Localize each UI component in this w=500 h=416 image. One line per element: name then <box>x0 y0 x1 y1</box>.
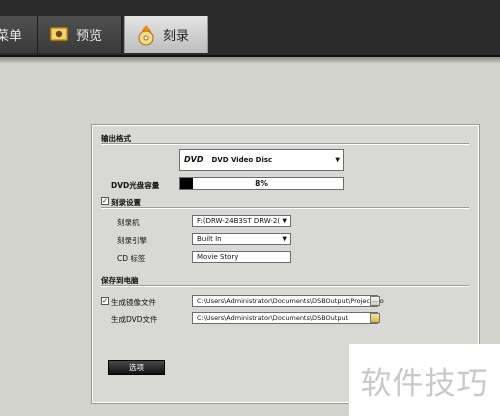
engine-label: 刻录引擎 <box>117 236 147 245</box>
tab-preview-label: 预览 <box>76 29 103 44</box>
dvd-logo-text: DVD <box>184 155 204 164</box>
iso-path-input[interactable]: C:\Users\Administrator\Documents\DSBOutp… <box>192 295 384 307</box>
watermark: 软件技巧 <box>349 344 500 416</box>
iso-label: 生成镜像文件 <box>111 298 156 307</box>
tab-burn[interactable]: 刻录 <box>124 16 208 53</box>
chevron-down-icon: ▼ <box>335 156 340 164</box>
engine-value: Built In <box>197 235 222 243</box>
capacity-label: DVD光盘容量 <box>111 181 160 190</box>
divider <box>101 207 469 209</box>
tab-burn-label: 刻录 <box>163 29 190 44</box>
preview-icon <box>48 24 70 46</box>
tab-preview[interactable]: 预览 <box>38 16 122 53</box>
folder-icon[interactable] <box>370 313 380 323</box>
capacity-percent: 8% <box>255 179 268 188</box>
burner-select[interactable]: F:(DRW-24B3ST DRW-2( ▼ <box>192 215 291 227</box>
browse-iso-button[interactable]: … <box>370 296 380 306</box>
burn-settings-checkbox[interactable]: ✓ <box>101 197 109 205</box>
tab-underline-bar <box>0 57 500 63</box>
dvd-files-label: 生成DVD文件 <box>111 315 158 324</box>
engine-select[interactable]: Built In ▼ <box>192 233 291 245</box>
cd-label-input[interactable]: Movie Story <box>192 251 291 263</box>
chevron-down-icon: ▼ <box>282 235 287 243</box>
output-format-value: DVD Video Disc <box>211 156 273 164</box>
chevron-down-icon: ▼ <box>282 217 287 225</box>
dvd-path-input[interactable]: C:\Users\Administrator\Documents\DSBOutp… <box>192 312 378 324</box>
capacity-bar: 8% <box>179 177 344 190</box>
top-toolbar: 菜单 预览 刻录 <box>0 0 500 57</box>
tab-menu-label: 菜单 <box>0 29 23 44</box>
disc-burn-icon <box>135 24 157 46</box>
divider <box>101 143 469 145</box>
divider <box>101 285 469 287</box>
options-button[interactable]: 选项 <box>108 360 165 375</box>
dvd-logo-icon: DVD <box>184 156 203 164</box>
output-format-select[interactable]: DVD DVD Video Disc ▼ <box>179 149 344 171</box>
burner-label: 刻录机 <box>117 218 140 227</box>
tab-menu[interactable]: 菜单 <box>0 16 38 53</box>
cd-label-label: CD 标签 <box>117 254 146 263</box>
burner-value: F:(DRW-24B3ST DRW-2( <box>197 217 281 225</box>
iso-checkbox[interactable]: ✓ <box>101 297 109 305</box>
